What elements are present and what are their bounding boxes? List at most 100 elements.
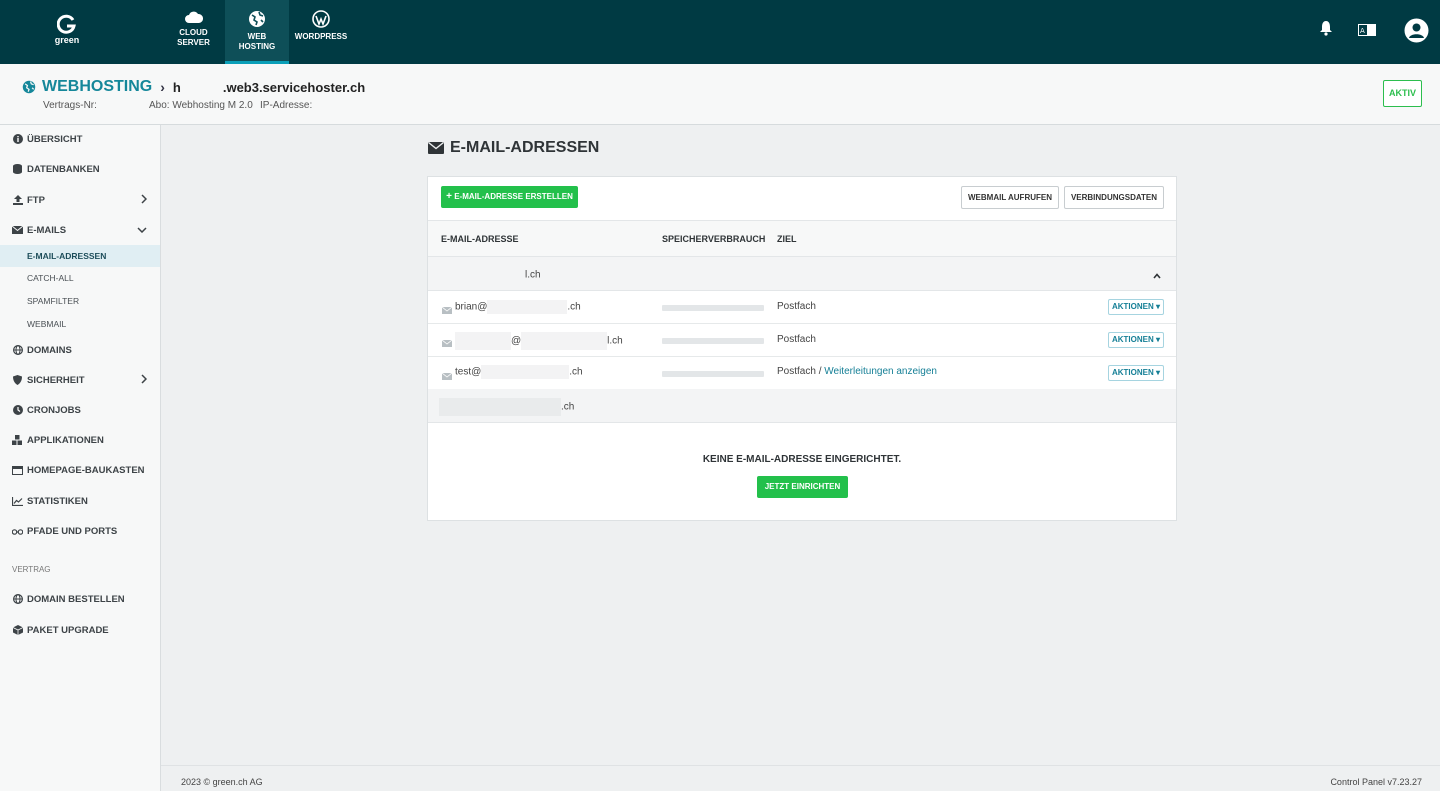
contract-number-label: Vertrags-Nr: <box>43 100 97 111</box>
globe-icon <box>249 11 265 27</box>
sidebar-item-domains[interactable]: DOMAINS <box>0 336 160 364</box>
topnav-cloud-line2: SERVER <box>177 38 210 47</box>
green-logo[interactable]: green <box>52 14 82 45</box>
sidebar-sub-catch-all[interactable]: CATCH-ALL <box>0 267 160 289</box>
sidebar-item-databases[interactable]: DATENBANKEN <box>0 155 160 183</box>
footer-copyright: 2023 © green.ch AG <box>181 777 263 787</box>
column-email: E-MAIL-ADRESSE <box>441 234 519 244</box>
table-row: test@ .ch Postfach / Weiterleitungen anze… <box>428 357 1176 390</box>
domain-group-row[interactable]: .ch <box>428 389 1176 423</box>
sidebar-item-label: PFADE UND PORTS <box>27 525 118 537</box>
sidebar-item-label: DOMAINS <box>27 344 72 356</box>
topnav-web-hosting[interactable]: WEB HOSTING <box>225 0 289 64</box>
envelope-icon <box>441 336 453 350</box>
email-address: brian@ .ch <box>455 300 581 314</box>
sidebar-sub-email-addresses[interactable]: E-MAIL-ADRESSEN <box>0 245 160 267</box>
breadcrumb-webhosting[interactable]: WEBHOSTING <box>42 78 152 96</box>
breadcrumb-host: h .web3.servicehoster.ch <box>173 79 365 95</box>
topnav-wordpress[interactable]: WORDPRESS <box>289 0 353 64</box>
email-suffix: .ch <box>567 301 581 313</box>
subscription-label: Abo: Webhosting M 2.0 <box>149 100 253 111</box>
email-redacted <box>481 365 570 379</box>
sidebar-item-label: E-MAILS <box>27 224 67 236</box>
sidebar-item-security[interactable]: SICHERHEIT <box>0 366 160 394</box>
topnav-wordpress-line1: WORDPRESS <box>294 32 348 41</box>
language-switch-icon[interactable]: A <box>1358 24 1376 39</box>
domain-suffix: l.ch <box>525 269 541 281</box>
sidebar-item-package-upgrade[interactable]: PAKET UPGRADE <box>0 616 160 644</box>
domain-name: .ch <box>439 398 574 416</box>
create-email-button[interactable]: + E-MAIL-ADRESSE ERSTELLEN <box>441 186 578 208</box>
chevron-up-icon[interactable] <box>1153 268 1161 282</box>
email-redacted <box>487 300 568 314</box>
host-suffix: .web3.servicehoster.ch <box>222 80 366 95</box>
show-forwardings-link[interactable]: Weiterleitungen anzeigen <box>824 366 937 377</box>
page-title-text: E-MAIL-ADRESSEN <box>450 139 600 156</box>
domain-suffix: .ch <box>561 401 575 413</box>
footer-version: Control Panel v7.23.27 <box>1330 777 1422 787</box>
email-target-text: Postfach <box>777 366 816 377</box>
globe-icon <box>12 594 23 605</box>
email-suffix: .ch <box>569 366 583 378</box>
sidebar-sub-spamfilter[interactable]: SPAMFILTER <box>0 290 160 312</box>
sidebar-item-applications[interactable]: APPLIKATIONEN <box>0 426 160 454</box>
sidebar-item-ftp[interactable]: FTP <box>0 186 160 214</box>
sidebar-item-label: DATENBANKEN <box>27 163 100 175</box>
create-email-button-label: E-MAIL-ADRESSE ERSTELLEN <box>454 192 573 201</box>
sidebar-item-label: HOMEPAGE-BAUKASTEN <box>27 464 145 476</box>
email-at: @ <box>511 335 522 347</box>
chevron-down-icon <box>137 225 147 236</box>
actions-dropdown-button[interactable]: AKTIONEN ▾ <box>1108 365 1164 381</box>
sidebar: ÜBERSICHT DATENBANKEN FTP E-MAILS E-MAIL… <box>0 125 161 791</box>
connection-data-button[interactable]: VERBINDUNGSDATEN <box>1064 186 1164 209</box>
email-target: Postfach / Weiterleitungen anzeigen <box>777 366 937 377</box>
sidebar-item-statistics[interactable]: STATISTIKEN <box>0 487 160 515</box>
email-address: test@ .ch <box>455 365 583 379</box>
cloud-icon <box>184 11 203 23</box>
sidebar-item-label: FTP <box>27 194 45 206</box>
envelope-icon <box>428 142 444 154</box>
no-email-message: KEINE E-MAIL-ADRESSE EINGERICHTET. <box>702 454 902 465</box>
user-avatar-icon[interactable] <box>1404 18 1429 46</box>
column-target: ZIEL <box>777 234 797 244</box>
host-redacted <box>180 79 223 92</box>
envelope-icon <box>12 225 23 236</box>
notifications-bell-icon[interactable] <box>1319 20 1333 39</box>
breadcrumb-chevron-icon: › <box>160 79 165 95</box>
sidebar-item-emails[interactable]: E-MAILS <box>0 216 160 244</box>
page-title: E-MAIL-ADRESSEN <box>428 138 599 158</box>
cubes-icon <box>12 435 23 446</box>
topnav-cloud-server[interactable]: CLOUD SERVER <box>162 0 225 64</box>
topnav-web-line1: WEB <box>247 32 267 41</box>
sidebar-section-contract: VERTRAG <box>12 565 51 574</box>
sidebar-item-cronjobs[interactable]: CRONJOBS <box>0 396 160 424</box>
sidebar-item-order-domain[interactable]: DOMAIN BESTELLEN <box>0 585 160 613</box>
sidebar-item-label: ÜBERSICHT <box>27 133 83 145</box>
host-prefix: h <box>172 80 181 95</box>
setup-now-button[interactable]: JETZT EINRICHTEN <box>757 476 848 498</box>
column-storage: SPEICHERVERBRAUCH <box>662 234 766 244</box>
actions-label: AKTIONEN <box>1111 335 1154 344</box>
line-chart-icon <box>12 496 23 507</box>
email-addresses-card: + E-MAIL-ADRESSE ERSTELLEN WEBMAIL AUFRU… <box>427 176 1177 521</box>
sidebar-item-overview[interactable]: ÜBERSICHT <box>0 125 160 153</box>
actions-dropdown-button[interactable]: AKTIONEN ▾ <box>1108 299 1164 315</box>
sidebar-item-label: APPLIKATIONEN <box>27 434 104 446</box>
email-target: Postfach <box>777 301 816 312</box>
topnav-web-line2: HOSTING <box>238 42 276 51</box>
actions-dropdown-button[interactable]: AKTIONEN ▾ <box>1108 332 1164 348</box>
open-webmail-button[interactable]: WEBMAIL AUFRUFEN <box>961 186 1059 209</box>
sidebar-sub-webmail[interactable]: WEBMAIL <box>0 313 160 335</box>
clock-icon <box>12 405 23 416</box>
domain-group-row[interactable]: l.ch <box>428 257 1176 291</box>
email-domain-redacted <box>521 332 608 350</box>
plus-icon: + <box>446 191 452 202</box>
sidebar-item-label: DOMAIN BESTELLEN <box>27 593 125 605</box>
sidebar-item-homepage-builder[interactable]: HOMEPAGE-BAUKASTEN <box>0 456 160 484</box>
sidebar-item-paths-ports[interactable]: PFADE UND PORTS <box>0 517 160 545</box>
top-bar: green CLOUD SERVER WEB HOSTING WORDPRESS <box>0 0 1440 64</box>
table-header: E-MAIL-ADRESSE SPEICHERVERBRAUCH ZIEL <box>428 220 1176 257</box>
actions-label: AKTIONEN <box>1111 368 1154 377</box>
table-row: @ l.ch Postfach AKTIONEN ▾ <box>428 324 1176 357</box>
globe-icon <box>12 345 23 356</box>
